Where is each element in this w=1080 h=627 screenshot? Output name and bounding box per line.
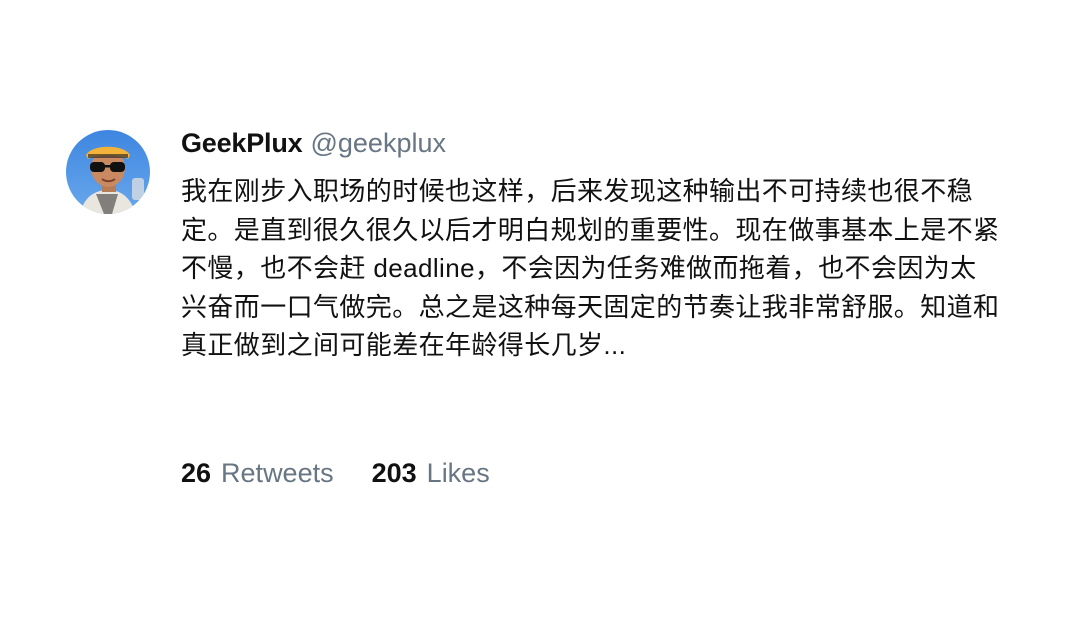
tweet-header: GeekPlux @geekplux [181,128,1021,172]
retweets-count: 26 [181,458,212,488]
avatar-image [66,130,150,214]
display-name[interactable]: GeekPlux [181,128,303,159]
tweet-content: GeekPlux @geekplux 我在刚步入职场的时候也这样，后来发现这种输… [181,128,1021,365]
tweet-text: 我在刚步入职场的时候也这样，后来发现这种输出不可持续也很不稳定。是直到很久很久以… [181,176,1000,360]
tweet-card: GeekPlux @geekplux 我在刚步入职场的时候也这样，后来发现这种输… [0,0,1080,627]
user-handle[interactable]: @geekplux [310,128,446,159]
likes-count: 203 [371,458,417,488]
likes-label: Likes [426,458,490,488]
retweets-label: Retweets [221,458,334,488]
avatar[interactable] [66,130,150,214]
likes-stat[interactable]: 203 Likes [372,458,490,489]
tweet-stats: 26 Retweets 203 Likes [181,458,490,489]
retweets-stat[interactable]: 26 Retweets [181,458,334,489]
